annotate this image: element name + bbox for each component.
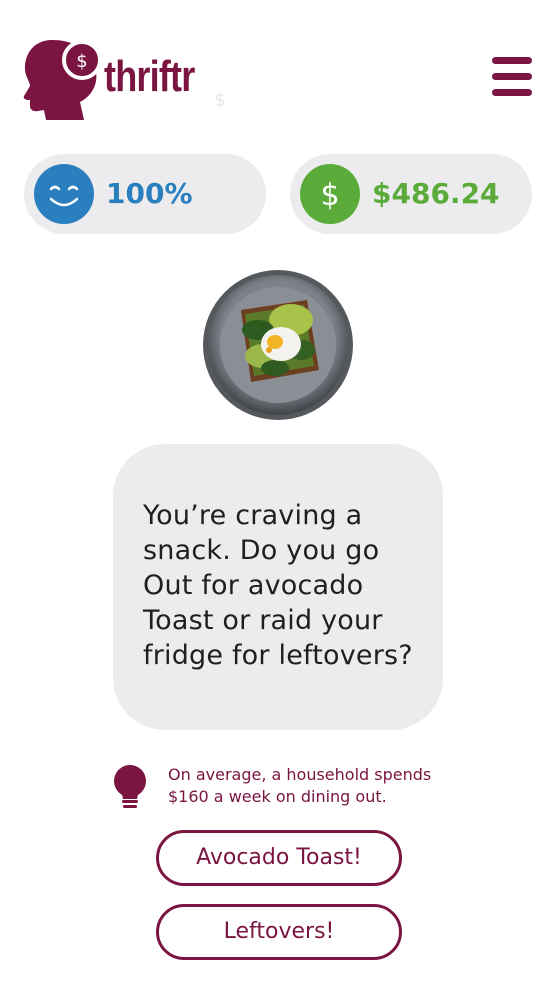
head-silhouette-icon: $ [23,40,102,120]
menu-bar [492,89,532,96]
app-header: $ thriftr $ [0,0,557,130]
leftovers-button[interactable]: Leftovers! [156,904,402,960]
scenario-question: You’re craving a snack. Do you go Out fo… [143,500,413,671]
svg-text:$: $ [320,178,339,213]
smiley-face-icon [34,164,94,224]
avocado-toast-photo [203,270,353,420]
menu-bar [492,73,532,80]
avocado-toast-button[interactable]: Avocado Toast! [156,830,402,886]
fact-tip: On average, a household spends $160 a we… [110,762,510,822]
thriftr-logo[interactable]: $ thriftr [22,36,202,122]
dollar-icon: $ [300,164,360,224]
svg-text:$: $ [76,51,87,72]
happiness-stat: 100% [24,154,266,234]
scenario-card: You’re craving a snack. Do you go Out fo… [113,444,443,730]
faint-dollar-mark: $ [214,90,226,111]
hamburger-menu-icon[interactable] [490,56,534,100]
menu-bar [492,57,532,64]
lightbulb-icon [114,765,146,808]
money-stat: $ $486.24 [290,154,532,234]
logo-wordmark: thriftr [104,52,195,101]
money-value: $486.24 [372,177,500,210]
happiness-value: 100% [106,177,193,210]
tip-text: On average, a household spends $160 a we… [168,765,432,806]
